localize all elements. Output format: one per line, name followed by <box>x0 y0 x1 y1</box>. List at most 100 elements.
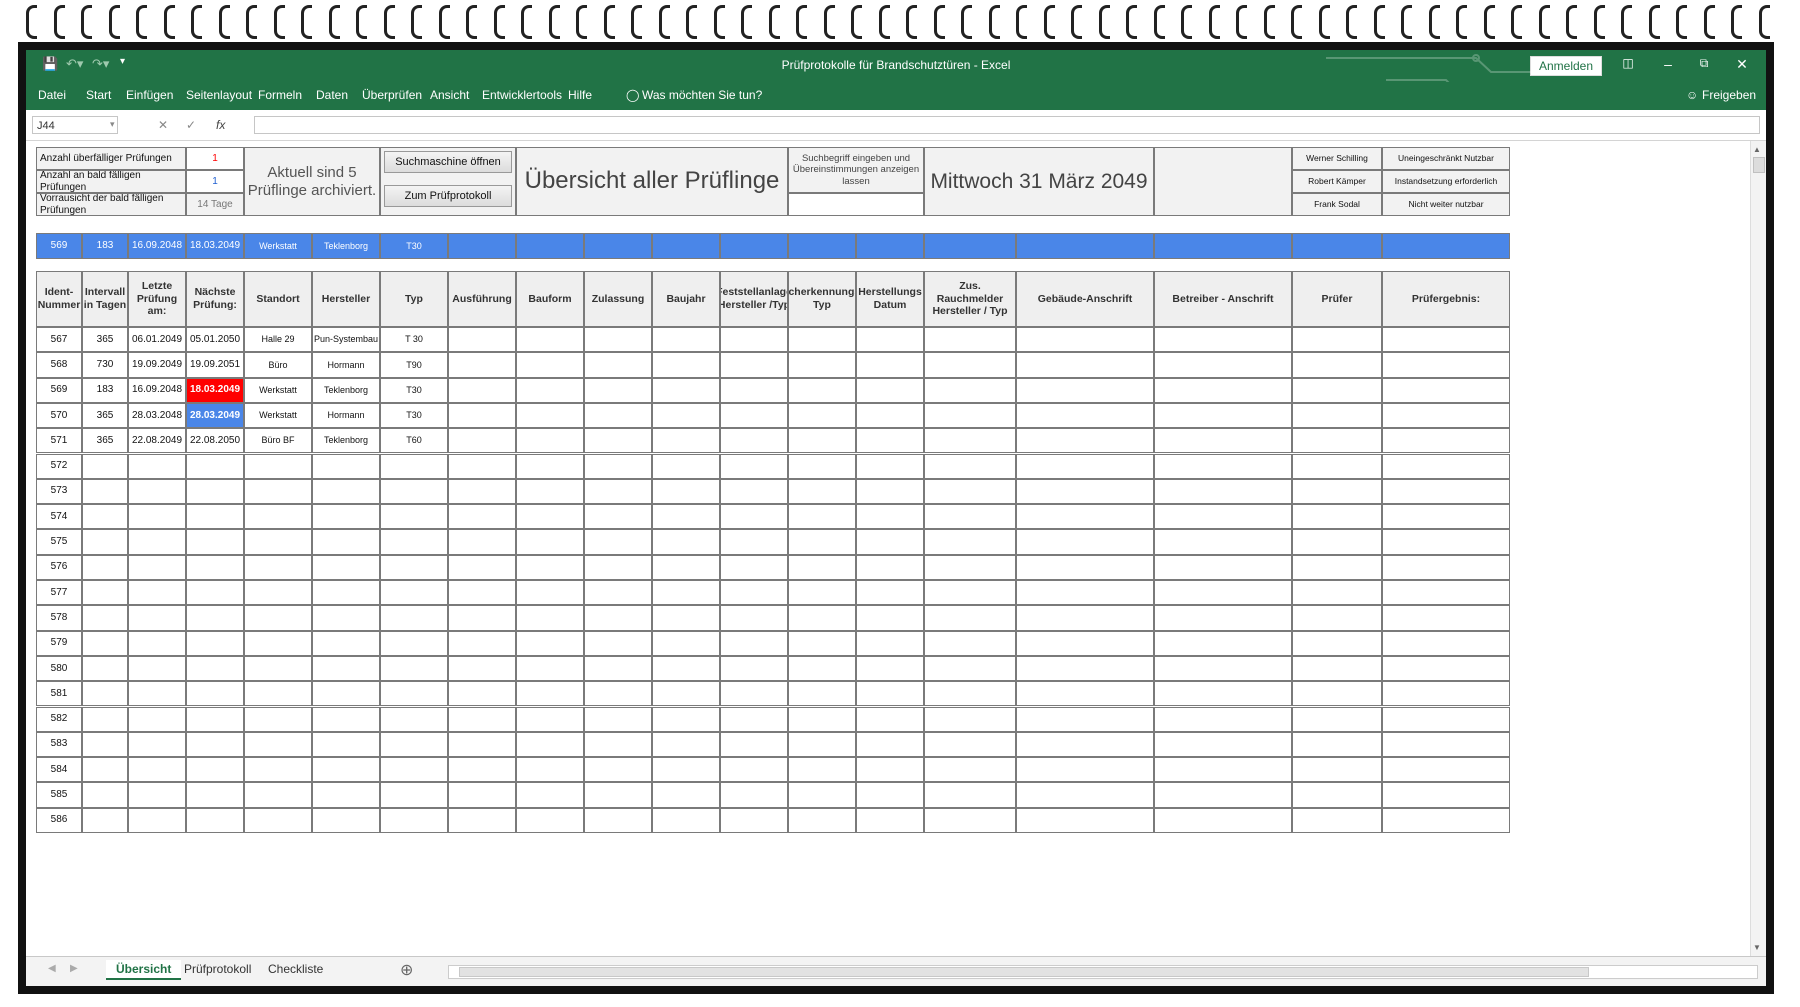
data-cell[interactable] <box>584 757 652 783</box>
column-header[interactable]: Standort <box>244 271 312 327</box>
data-cell[interactable] <box>82 605 128 631</box>
data-cell[interactable] <box>516 478 584 505</box>
row-id-cell[interactable]: 578 <box>36 605 82 631</box>
data-cell[interactable] <box>1382 731 1510 758</box>
data-cell[interactable] <box>312 504 380 530</box>
data-cell[interactable] <box>720 478 788 505</box>
search-result-cell[interactable] <box>1292 233 1382 259</box>
data-cell[interactable] <box>82 478 128 505</box>
scroll-down-icon[interactable]: ▼ <box>1753 943 1761 952</box>
data-cell[interactable] <box>720 681 788 707</box>
data-cell[interactable] <box>312 478 380 505</box>
data-cell[interactable] <box>516 731 584 758</box>
overdue-count[interactable]: 1 <box>186 147 244 170</box>
data-cell[interactable] <box>1292 757 1382 783</box>
data-cell[interactable] <box>652 782 720 808</box>
data-cell[interactable] <box>720 529 788 555</box>
data-cell[interactable] <box>128 731 186 758</box>
menu-daten[interactable]: Daten <box>316 88 348 102</box>
column-header[interactable]: Prüfergebnis: <box>1382 271 1510 327</box>
data-cell[interactable] <box>924 655 1016 682</box>
data-cell[interactable] <box>924 402 1016 429</box>
data-cell[interactable] <box>856 478 924 505</box>
data-cell[interactable] <box>1016 402 1154 429</box>
search-result-cell[interactable]: T30 <box>380 233 448 259</box>
data-cell[interactable] <box>128 681 186 707</box>
row-id-cell[interactable]: 580 <box>36 655 82 682</box>
data-cell[interactable] <box>244 605 312 631</box>
data-cell[interactable] <box>856 807 924 833</box>
namebox-dropdown-icon[interactable]: ▾ <box>110 119 115 130</box>
data-cell[interactable] <box>516 681 584 707</box>
menu-start[interactable]: Start <box>86 88 111 102</box>
restore-icon[interactable]: ⧉ <box>1694 56 1714 71</box>
data-cell[interactable] <box>244 504 312 530</box>
formula-input[interactable] <box>254 116 1760 134</box>
data-cell[interactable]: 19.09.2049 <box>128 352 186 378</box>
status-label[interactable]: Uneingeschränkt Nutzbar <box>1382 147 1510 170</box>
data-cell[interactable] <box>1154 402 1292 429</box>
data-cell[interactable] <box>186 580 244 606</box>
data-cell[interactable] <box>448 731 516 758</box>
data-cell[interactable] <box>128 478 186 505</box>
scroll-up-icon[interactable]: ▲ <box>1753 145 1761 154</box>
data-cell[interactable] <box>516 554 584 580</box>
data-cell[interactable] <box>82 529 128 555</box>
column-header[interactable]: Hersteller <box>312 271 380 327</box>
data-cell[interactable] <box>652 504 720 530</box>
data-cell[interactable] <box>82 453 128 479</box>
data-cell[interactable] <box>652 428 720 454</box>
data-cell[interactable] <box>788 504 856 530</box>
data-cell[interactable] <box>720 377 788 403</box>
data-cell[interactable] <box>652 706 720 732</box>
data-cell[interactable] <box>924 453 1016 479</box>
data-cell[interactable] <box>82 757 128 783</box>
row-id-cell[interactable]: 574 <box>36 504 82 530</box>
data-cell[interactable] <box>1016 428 1154 454</box>
data-cell[interactable] <box>788 402 856 429</box>
go-to-protocol-button[interactable]: Zum Prüfprotokoll <box>384 185 512 207</box>
data-cell[interactable] <box>1292 428 1382 454</box>
data-cell[interactable] <box>380 807 448 833</box>
data-cell[interactable] <box>244 529 312 555</box>
data-cell[interactable] <box>312 807 380 833</box>
data-cell[interactable] <box>856 757 924 783</box>
blank-header-cell[interactable] <box>1154 147 1292 216</box>
data-cell[interactable] <box>924 782 1016 808</box>
search-result-cell[interactable] <box>448 233 516 259</box>
search-result-cell[interactable] <box>720 233 788 259</box>
data-cell[interactable] <box>584 478 652 505</box>
data-cell[interactable] <box>82 580 128 606</box>
data-cell[interactable]: 18.03.2049 <box>186 377 244 403</box>
data-cell[interactable] <box>186 681 244 707</box>
data-cell[interactable] <box>1154 377 1292 403</box>
data-cell[interactable] <box>128 580 186 606</box>
data-cell[interactable] <box>652 731 720 758</box>
data-cell[interactable] <box>128 453 186 479</box>
data-cell[interactable] <box>856 782 924 808</box>
data-cell[interactable] <box>584 605 652 631</box>
data-cell[interactable] <box>516 757 584 783</box>
data-cell[interactable] <box>312 554 380 580</box>
data-cell[interactable] <box>186 706 244 732</box>
data-cell[interactable] <box>128 807 186 833</box>
data-cell[interactable] <box>448 807 516 833</box>
data-cell[interactable] <box>516 377 584 403</box>
data-cell[interactable] <box>1382 706 1510 732</box>
data-cell[interactable] <box>924 580 1016 606</box>
data-cell[interactable]: T90 <box>380 352 448 378</box>
tell-me-icon[interactable]: ◯ <box>626 88 639 102</box>
data-cell[interactable]: Teklenborg <box>312 377 380 403</box>
menu-überprüfen[interactable]: Überprüfen <box>362 88 422 102</box>
data-cell[interactable] <box>1382 327 1510 353</box>
enter-icon[interactable]: ✓ <box>186 118 196 132</box>
search-hint[interactable]: Suchbegriff eingeben und Übereinstimmung… <box>788 147 924 193</box>
row-id-cell[interactable]: 570 <box>36 402 82 429</box>
data-cell[interactable] <box>128 529 186 555</box>
horizontal-scroll-thumb[interactable] <box>459 967 1589 977</box>
data-cell[interactable] <box>1016 630 1154 656</box>
row-id-cell[interactable]: 581 <box>36 681 82 707</box>
data-cell[interactable]: Hormann <box>312 402 380 429</box>
tab-scroll-right-icon[interactable]: ▶ <box>70 963 78 974</box>
column-header[interactable]: Zulassung <box>584 271 652 327</box>
